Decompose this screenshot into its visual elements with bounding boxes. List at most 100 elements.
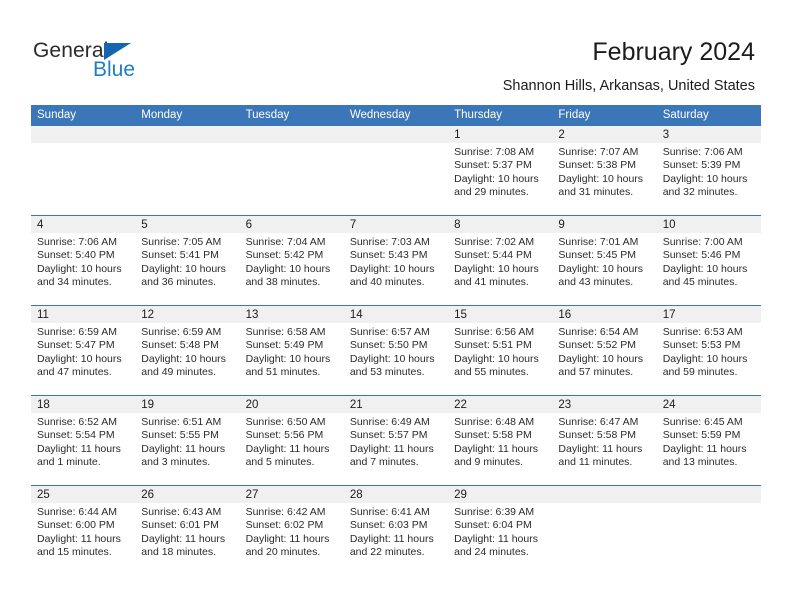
calendar-day-cell[interactable]: 23 Sunrise: 6:47 AM Sunset: 5:58 PM Dayligh…: [552, 396, 657, 485]
day-sun-info: Sunrise: 7:05 AM Sunset: 5:41 PM Daylight:…: [135, 233, 239, 290]
day-info-line: Sunrise: 6:50 AM: [245, 416, 326, 428]
day-info-line: Sunrise: 7:08 AM: [454, 146, 535, 158]
day-sun-info: Sunrise: 6:57 AM Sunset: 5:50 PM Daylight:…: [344, 323, 448, 380]
day-info-line: Sunset: 5:44 PM: [454, 249, 532, 262]
day-info-line: and 22 minutes.: [349, 546, 425, 559]
day-sun-info: Sunrise: 7:06 AM Sunset: 5:39 PM Daylight:…: [657, 143, 761, 200]
day-number: [656, 486, 761, 503]
page-header: General Blue February 2024 Shannon Hills…: [0, 0, 792, 100]
day-info-line: Sunrise: 6:43 AM: [141, 506, 222, 518]
calendar-day-cell[interactable]: 25 Sunrise: 6:44 AM Sunset: 6:00 PM Dayligh…: [31, 486, 136, 575]
calendar-day-cell[interactable]: 7 Sunrise: 7:03 AM Sunset: 5:43 PM Daylight…: [343, 216, 449, 305]
day-number: 28: [343, 486, 449, 503]
day-number: 24: [656, 396, 761, 413]
weekday-header-row: Sunday Monday Tuesday Wednesday Thursday Frid…: [31, 105, 761, 126]
day-info-line: Sunrise: 6:47 AM: [558, 416, 639, 428]
day-sun-info: Sunrise: 6:53 AM Sunset: 5:53 PM Daylight:…: [657, 323, 761, 380]
day-info-line: Daylight: 10 hours: [454, 352, 539, 365]
calendar-cell-empty: [343, 126, 449, 215]
calendar-day-cell[interactable]: 9 Sunrise: 7:01 AM Sunset: 5:45 PM Daylight…: [552, 216, 657, 305]
logo-text-blue: Blue: [93, 58, 136, 81]
day-info-line: and 7 minutes.: [349, 456, 419, 469]
day-sun-info: Sunrise: 6:43 AM Sunset: 6:01 PM Daylight:…: [135, 503, 239, 560]
calendar-day-cell[interactable]: 4 Sunrise: 7:06 AM Sunset: 5:40 PM Daylight…: [31, 216, 136, 305]
day-info-line: Sunset: 5:57 PM: [349, 429, 428, 442]
day-info-line: Sunrise: 7:00 AM: [662, 236, 743, 248]
day-info-line: Sunrise: 6:48 AM: [454, 416, 535, 428]
calendar-day-cell[interactable]: 10 Sunrise: 7:00 AM Sunset: 5:46 PM Dayligh…: [656, 216, 761, 305]
day-info-line: Sunset: 5:50 PM: [349, 339, 428, 352]
calendar-grid: Sunday Monday Tuesday Wednesday Thursday Frid…: [31, 105, 761, 575]
day-info-line: Sunset: 5:58 PM: [454, 429, 532, 442]
calendar-day-cell[interactable]: 1 Sunrise: 7:08 AM Sunset: 5:37 PM Daylight…: [448, 126, 553, 215]
calendar-day-cell[interactable]: 18 Sunrise: 6:52 AM Sunset: 5:54 PM Dayligh…: [31, 396, 136, 485]
day-sun-info: Sunrise: 6:47 AM Sunset: 5:58 PM Daylight:…: [552, 413, 656, 470]
calendar-day-cell[interactable]: 16 Sunrise: 6:54 AM Sunset: 5:52 PM Dayligh…: [552, 306, 657, 395]
calendar-day-cell[interactable]: 6 Sunrise: 7:04 AM Sunset: 5:42 PM Daylight…: [239, 216, 344, 305]
day-info-line: and 49 minutes.: [141, 366, 216, 379]
calendar-day-cell[interactable]: 5 Sunrise: 7:05 AM Sunset: 5:41 PM Daylight…: [135, 216, 240, 305]
calendar-day-cell[interactable]: 19 Sunrise: 6:51 AM Sunset: 5:55 PM Dayligh…: [135, 396, 240, 485]
day-info-line: Daylight: 11 hours: [37, 442, 121, 455]
day-info-line: Sunrise: 6:45 AM: [662, 416, 743, 428]
calendar-day-cell[interactable]: 28 Sunrise: 6:41 AM Sunset: 6:03 PM Dayligh…: [343, 486, 449, 575]
day-info-line: and 45 minutes.: [662, 276, 738, 289]
day-sun-info: Sunrise: 7:04 AM Sunset: 5:42 PM Daylight:…: [240, 233, 344, 290]
day-info-line: Daylight: 10 hours: [662, 172, 748, 185]
calendar-day-cell[interactable]: 14 Sunrise: 6:57 AM Sunset: 5:50 PM Dayligh…: [343, 306, 449, 395]
calendar-day-cell[interactable]: 22 Sunrise: 6:48 AM Sunset: 5:58 PM Dayligh…: [448, 396, 553, 485]
day-number: 17: [656, 306, 761, 323]
day-number: 23: [552, 396, 657, 413]
day-sun-info: [344, 143, 448, 146]
page-title: February 2024: [592, 38, 755, 66]
day-number: 2: [552, 126, 657, 143]
calendar-day-cell[interactable]: 17 Sunrise: 6:53 AM Sunset: 5:53 PM Dayligh…: [656, 306, 761, 395]
day-sun-info: Sunrise: 6:45 AM Sunset: 5:59 PM Daylight:…: [657, 413, 761, 470]
day-info-line: Daylight: 11 hours: [454, 442, 538, 455]
day-info-line: Sunrise: 7:02 AM: [454, 236, 535, 248]
day-number: 25: [31, 486, 136, 503]
day-info-line: and 18 minutes.: [141, 546, 216, 559]
day-info-line: Sunset: 5:56 PM: [245, 429, 324, 442]
day-info-line: Daylight: 10 hours: [245, 262, 331, 275]
day-info-line: Daylight: 10 hours: [662, 352, 748, 365]
calendar-day-cell[interactable]: 20 Sunrise: 6:50 AM Sunset: 5:56 PM Dayligh…: [239, 396, 344, 485]
day-info-line: Sunset: 5:40 PM: [37, 249, 115, 262]
day-info-line: and 57 minutes.: [558, 366, 634, 379]
day-info-line: Daylight: 10 hours: [558, 172, 644, 185]
day-info-line: Daylight: 10 hours: [454, 262, 539, 275]
calendar-day-cell[interactable]: 21 Sunrise: 6:49 AM Sunset: 5:57 PM Dayligh…: [343, 396, 449, 485]
calendar-day-cell[interactable]: 15 Sunrise: 6:56 AM Sunset: 5:51 PM Dayligh…: [448, 306, 553, 395]
calendar-day-cell[interactable]: 11 Sunrise: 6:59 AM Sunset: 5:47 PM Dayligh…: [31, 306, 136, 395]
day-sun-info: Sunrise: 6:58 AM Sunset: 5:49 PM Daylight:…: [240, 323, 344, 380]
calendar-day-cell[interactable]: 27 Sunrise: 6:42 AM Sunset: 6:02 PM Dayligh…: [239, 486, 344, 575]
day-info-line: Daylight: 11 hours: [454, 532, 538, 545]
calendar-day-cell[interactable]: 26 Sunrise: 6:43 AM Sunset: 6:01 PM Dayligh…: [135, 486, 240, 575]
day-info-line: and 32 minutes.: [662, 186, 738, 199]
calendar-day-cell[interactable]: 13 Sunrise: 6:58 AM Sunset: 5:49 PM Dayligh…: [239, 306, 344, 395]
day-number: 11: [31, 306, 136, 323]
day-sun-info: Sunrise: 6:49 AM Sunset: 5:57 PM Daylight:…: [344, 413, 448, 470]
day-sun-info: [552, 503, 656, 506]
day-info-line: and 51 minutes.: [245, 366, 321, 379]
calendar-day-cell[interactable]: 2 Sunrise: 7:07 AM Sunset: 5:38 PM Daylight…: [552, 126, 657, 215]
day-number: 18: [31, 396, 136, 413]
day-info-line: Daylight: 11 hours: [37, 532, 121, 545]
day-number: 7: [343, 216, 449, 233]
calendar-day-cell[interactable]: 24 Sunrise: 6:45 AM Sunset: 5:59 PM Dayligh…: [656, 396, 761, 485]
general-blue-logo: General Blue: [33, 40, 233, 88]
calendar-day-cell[interactable]: 3 Sunrise: 7:06 AM Sunset: 5:39 PM Daylight…: [656, 126, 761, 215]
day-info-line: Sunrise: 7:07 AM: [558, 146, 639, 158]
day-number: 6: [239, 216, 344, 233]
calendar-day-cell[interactable]: 8 Sunrise: 7:02 AM Sunset: 5:44 PM Daylight…: [448, 216, 553, 305]
calendar-week-row: 4 Sunrise: 7:06 AM Sunset: 5:40 PM Daylight…: [31, 215, 761, 305]
day-number: 3: [656, 126, 761, 143]
day-info-line: and 59 minutes.: [662, 366, 738, 379]
calendar-day-cell[interactable]: 12 Sunrise: 6:59 AM Sunset: 5:48 PM Dayligh…: [135, 306, 240, 395]
day-info-line: Sunrise: 6:54 AM: [558, 326, 639, 338]
day-info-line: Sunrise: 6:39 AM: [454, 506, 535, 518]
day-info-line: Daylight: 11 hours: [662, 442, 747, 455]
day-info-line: Daylight: 10 hours: [37, 352, 122, 365]
calendar-day-cell[interactable]: 29 Sunrise: 6:39 AM Sunset: 6:04 PM Dayligh…: [448, 486, 553, 575]
day-info-line: and 34 minutes.: [37, 276, 112, 289]
